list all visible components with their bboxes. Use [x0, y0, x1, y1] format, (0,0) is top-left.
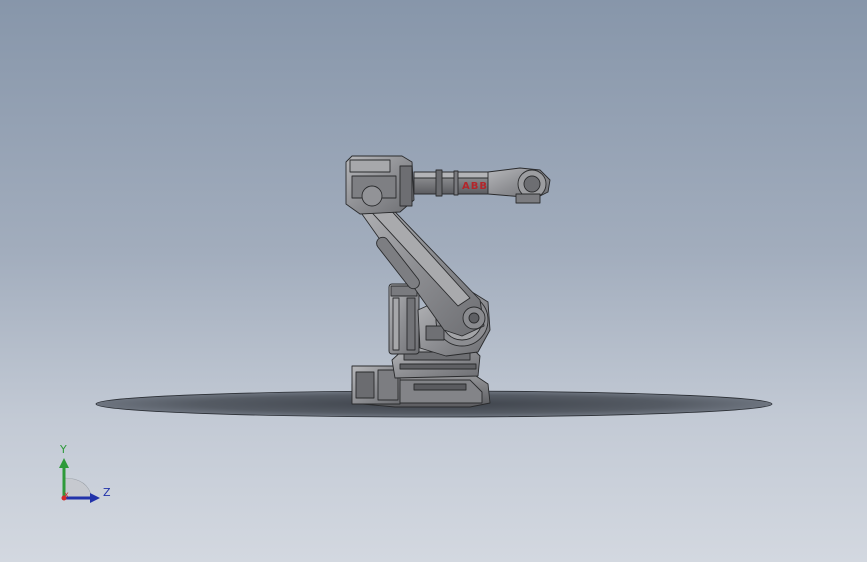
- triad-z-label: Z: [103, 486, 111, 499]
- triad-z-arrowhead: [90, 493, 100, 503]
- triad-y-arrowhead: [59, 458, 69, 468]
- robot-arm-model[interactable]: [345, 155, 551, 408]
- triad-x-label: x: [64, 490, 69, 499]
- triad-y-label: Y: [60, 443, 67, 456]
- robot-scene[interactable]: ABB: [0, 0, 867, 562]
- abb-logo: ABB: [462, 181, 488, 192]
- graphics-viewport[interactable]: ABB Y Z x: [0, 0, 867, 562]
